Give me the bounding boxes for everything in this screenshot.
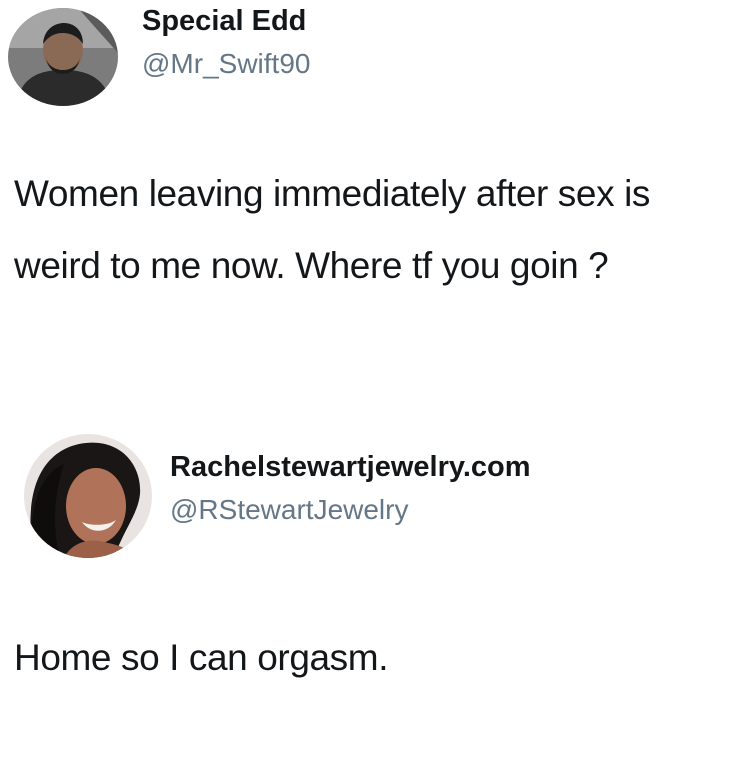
user-handle[interactable]: @RStewartJewelry [170,494,408,526]
avatar[interactable] [24,434,152,558]
display-name[interactable]: Special Edd [142,4,306,38]
display-name[interactable]: Rachelstewartjewelry.com [170,450,531,484]
avatar[interactable] [8,8,118,106]
tweet[interactable]: Rachelstewartjewelry.com @RStewartJewelr… [0,420,750,767]
tweet-text: Women leaving immediately after sex is w… [14,173,650,286]
tweet-text: Home so I can orgasm. [14,637,389,678]
profile-photo [8,8,118,106]
profile-photo [24,434,152,558]
user-handle[interactable]: @Mr_Swift90 [142,48,310,80]
tweet[interactable]: Special Edd @Mr_Swift90 Women leaving im… [0,0,750,400]
